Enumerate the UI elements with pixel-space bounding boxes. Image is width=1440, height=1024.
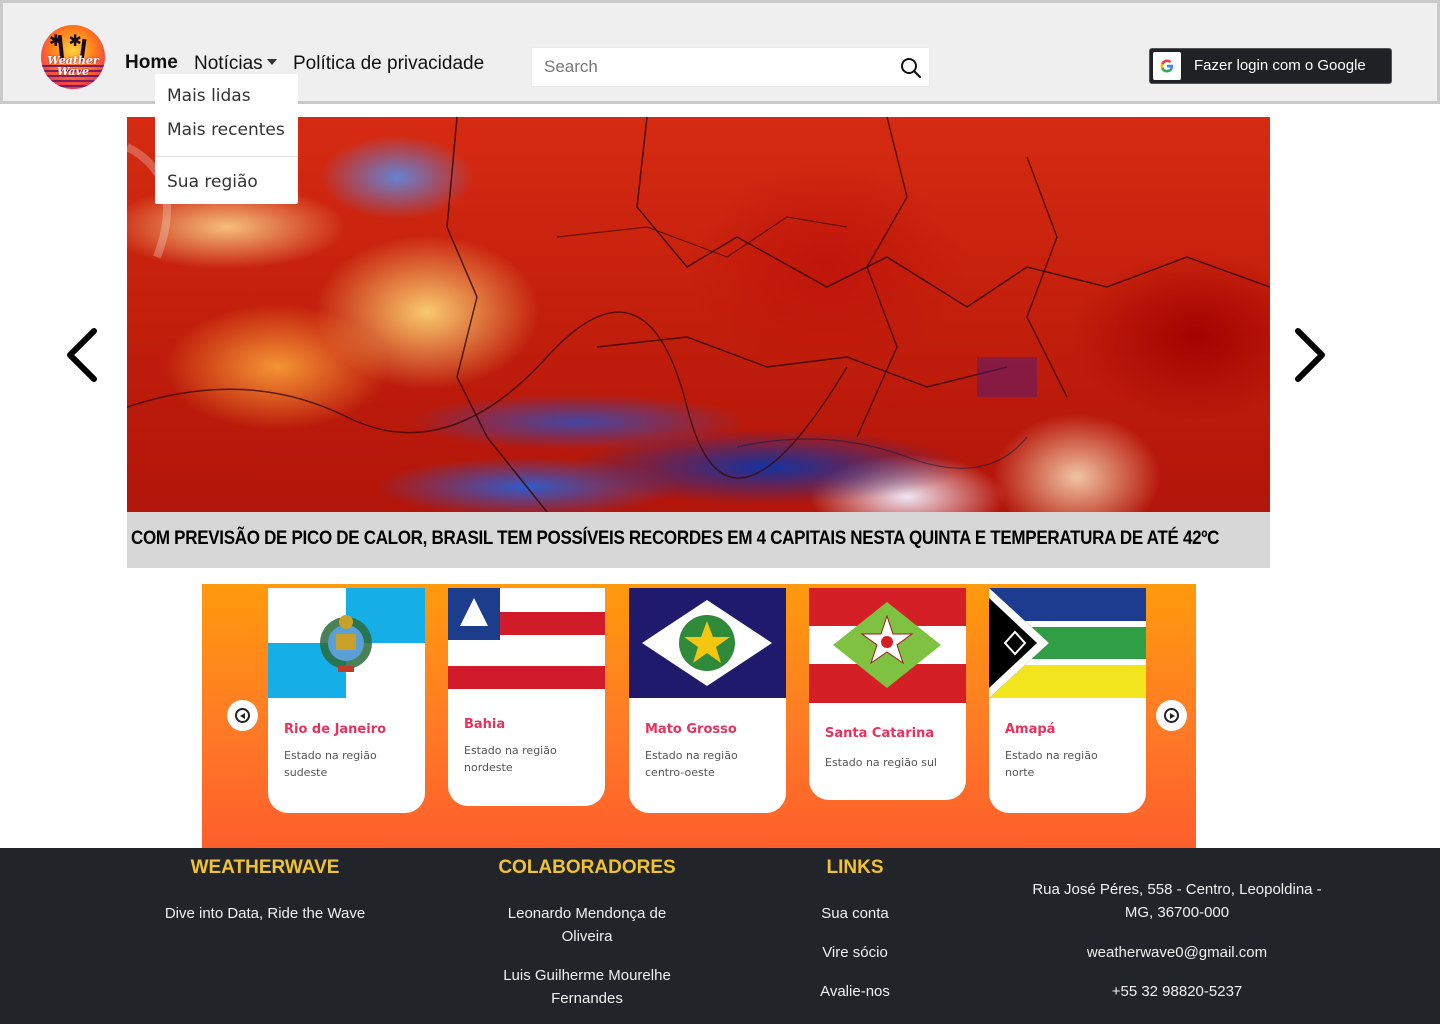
nav-news-label: Notícias xyxy=(194,53,263,74)
dropdown-item-sua-regiao[interactable]: Sua região xyxy=(167,172,258,192)
weather-wave-logo[interactable]: ✱✱ Weather Wave xyxy=(41,25,105,89)
news-carousel: COM PREVISÃO DE PICO DE CALOR, BRASIL TE… xyxy=(127,117,1270,568)
nav-news-dropdown-toggle[interactable]: Notícias xyxy=(194,53,277,75)
google-g-icon xyxy=(1160,59,1173,73)
state-card-amapa[interactable]: Amapá Estado na região norte xyxy=(989,588,1146,813)
arrow-right-circle-icon xyxy=(1164,708,1179,723)
mato-grosso-flag xyxy=(629,588,786,698)
states-slider: Rio de Janeiro Estado na região sudeste … xyxy=(202,584,1196,848)
state-description: Estado na região nordeste xyxy=(464,744,557,774)
dropdown-divider xyxy=(155,156,298,157)
carousel-caption-bar: COM PREVISÃO DE PICO DE CALOR, BRASIL TE… xyxy=(127,512,1270,568)
bahia-flag xyxy=(448,588,605,693)
state-name: Santa Catarina xyxy=(825,726,935,741)
google-login-label: Fazer login com o Google xyxy=(1194,57,1366,74)
weather-satellite-image[interactable] xyxy=(127,117,1270,512)
chevron-left-icon xyxy=(67,328,97,382)
state-description: Estado na região sudeste xyxy=(284,749,377,779)
state-description: Estado na região centro-oeste xyxy=(645,749,738,779)
arrow-left-circle-icon xyxy=(235,708,250,723)
footer-link-avalie-nos[interactable]: Avalie-nos xyxy=(775,980,935,1003)
caret-down-icon xyxy=(266,59,277,65)
state-description: Estado na região sul xyxy=(825,756,937,769)
rio-de-janeiro-flag xyxy=(268,588,425,698)
satellite-borders-overlay xyxy=(127,117,1270,512)
news-dropdown-menu: Mais lidas Mais recentes Sua região xyxy=(155,74,298,204)
state-card-mato-grosso[interactable]: Mato Grosso Estado na região centro-oest… xyxy=(629,588,786,813)
state-name: Bahia xyxy=(464,717,506,732)
footer-collaborator: Leonardo Mendonça de Oliveira xyxy=(507,905,667,945)
footer-email[interactable]: weatherwave0@gmail.com xyxy=(1027,941,1327,964)
chevron-right-icon xyxy=(1295,328,1325,382)
state-card-santa-catarina[interactable]: Santa Catarina Estado na região sul xyxy=(809,588,966,800)
dropdown-item-mais-recentes[interactable]: Mais recentes xyxy=(167,120,285,140)
dropdown-item-mais-lidas[interactable]: Mais lidas xyxy=(167,86,251,106)
footer-title-links: LINKS xyxy=(826,857,884,878)
search-input[interactable] xyxy=(532,48,892,86)
states-prev-button[interactable] xyxy=(227,700,258,731)
footer-tagline: Dive into Data, Ride the Wave xyxy=(164,905,366,922)
states-next-button[interactable] xyxy=(1156,700,1187,731)
state-name: Rio de Janeiro xyxy=(284,722,387,737)
santa-catarina-flag xyxy=(809,588,966,703)
state-description: Estado na região norte xyxy=(1005,749,1098,779)
footer-title-collaborators: COLABORADORES xyxy=(498,857,676,878)
search-icon[interactable] xyxy=(899,56,923,80)
footer-link-vire-socio[interactable]: Vire sócio xyxy=(775,941,935,964)
nav-privacy-link[interactable]: Política de privacidade xyxy=(293,53,484,75)
footer: WEATHERWAVE Dive into Data, Ride the Wav… xyxy=(0,848,1440,1024)
footer-link-sua-conta[interactable]: Sua conta xyxy=(775,902,935,925)
google-login-button[interactable]: Fazer login com o Google xyxy=(1149,48,1392,84)
state-card-bahia[interactable]: Bahia Estado na região nordeste xyxy=(448,588,605,806)
footer-collaborator: Luis Guilherme Mourelhe Fernandes xyxy=(503,967,671,1007)
search-box xyxy=(531,47,930,87)
state-name: Mato Grosso xyxy=(645,722,737,737)
state-card-rio-de-janeiro[interactable]: Rio de Janeiro Estado na região sudeste xyxy=(268,588,425,813)
state-name: Amapá xyxy=(1005,722,1056,737)
amapa-flag xyxy=(989,588,1146,698)
carousel-next-button[interactable] xyxy=(1290,325,1330,385)
nav-home-link[interactable]: Home xyxy=(125,52,178,74)
carousel-prev-button[interactable] xyxy=(62,325,102,385)
footer-address: Rua José Péres, 558 - Centro, Leopoldina… xyxy=(1032,881,1322,921)
footer-phone: +55 32 98820-5237 xyxy=(1111,983,1243,1000)
footer-title-about: WEATHERWAVE xyxy=(190,857,340,878)
carousel-caption[interactable]: COM PREVISÃO DE PICO DE CALOR, BRASIL TE… xyxy=(131,527,1266,550)
